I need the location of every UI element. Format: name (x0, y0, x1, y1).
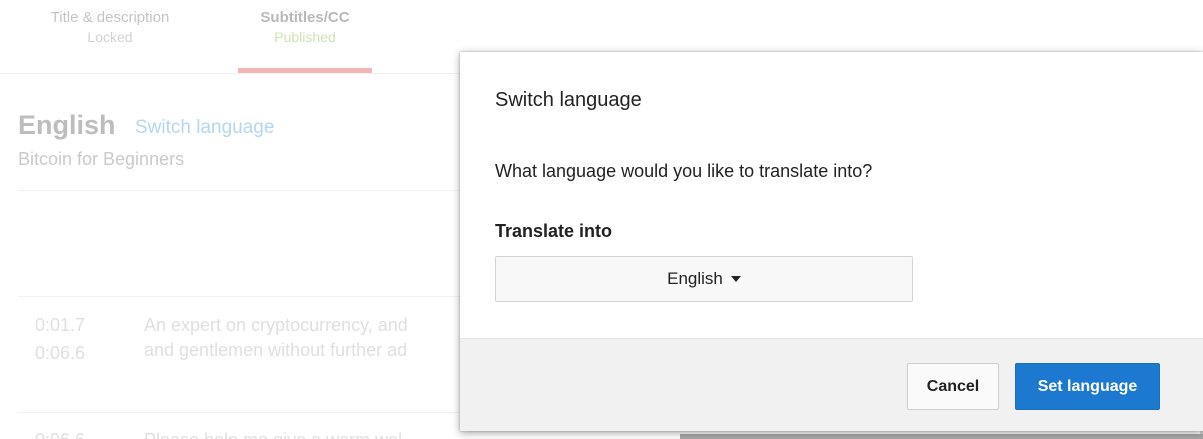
selected-language: English (667, 269, 723, 288)
video-title: Bitcoin for Beginners (18, 149, 185, 169)
translate-into-label: Translate into (495, 221, 613, 241)
dialog-question: What language would you like to translat… (495, 161, 873, 181)
set-language-button[interactable]: Set language (1015, 363, 1160, 410)
cue-text[interactable]: An expert on cryptocurrency, and (144, 313, 408, 337)
tab-status: Locked (87, 29, 133, 45)
tab-status: Published (274, 29, 336, 45)
subtitle-editor-page: Title & description Locked Subtitles/CC … (0, 0, 1203, 439)
current-language-heading: English (18, 110, 116, 140)
tab-label: Subtitles/CC (260, 9, 350, 26)
cue-text[interactable]: Please help me give a warm wel (144, 428, 402, 439)
tab-label: Title & description (50, 9, 170, 26)
dialog-footer: Cancel Set language (460, 338, 1203, 431)
cue-text[interactable]: and gentlemen without further ad (144, 338, 407, 362)
cue-start-time: 0:01.7 (35, 315, 86, 335)
cancel-button[interactable]: Cancel (907, 363, 999, 410)
switch-language-dialog: Switch language What language would you … (460, 52, 1203, 431)
overlay-shadow (680, 434, 1203, 439)
tab-subtitles-cc[interactable]: Subtitles/CC Published (238, 8, 372, 46)
cue-start-time: 0:06.6 (35, 428, 85, 439)
dialog-title: Switch language (495, 89, 642, 111)
cue-end-time: 0:06.6 (35, 343, 86, 363)
switch-language-link[interactable]: Switch language (135, 116, 274, 140)
caret-down-icon (730, 276, 741, 282)
language-select[interactable]: English (495, 256, 913, 302)
tab-title-description[interactable]: Title & description Locked (20, 8, 200, 46)
